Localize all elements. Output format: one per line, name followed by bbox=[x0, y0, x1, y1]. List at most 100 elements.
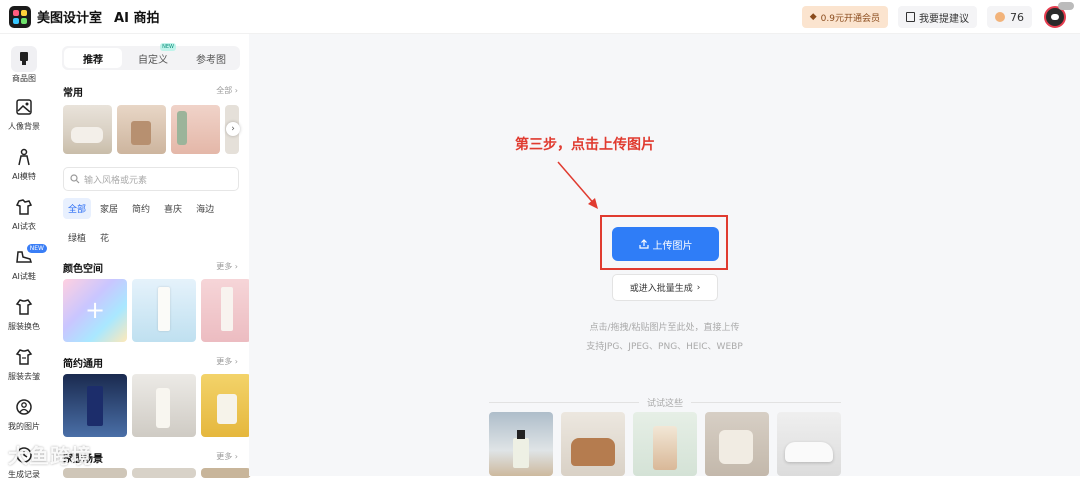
home-more-link[interactable]: 更多 › bbox=[216, 451, 238, 462]
nav-label: AI试衣 bbox=[12, 222, 36, 231]
chip-simple[interactable]: 简约 bbox=[127, 198, 155, 219]
home-thumbs bbox=[63, 468, 251, 478]
chip-plants[interactable]: 绿植 bbox=[63, 227, 91, 248]
nav-item-my-images[interactable]: 我的图片 bbox=[0, 398, 48, 432]
nav-label: 服装换色 bbox=[8, 322, 40, 331]
feedback-icon bbox=[906, 12, 915, 22]
batch-generate-button[interactable]: 或进入批量生成 › bbox=[612, 274, 718, 301]
nav-item-recolor[interactable]: 服装换色 bbox=[0, 298, 48, 332]
style-thumb[interactable] bbox=[201, 374, 251, 437]
chip-seaside[interactable]: 海边 bbox=[191, 198, 219, 219]
bean-icon bbox=[995, 12, 1005, 22]
nav-item-ai-shoe[interactable]: NEW AI试鞋 bbox=[0, 244, 48, 282]
custom-color-thumb[interactable]: + bbox=[63, 279, 127, 342]
left-nav: 商品图 人像背景 AI模特 AI试衣 NEW AI试鞋 服装换色 服装去皱 我的… bbox=[0, 34, 48, 479]
new-badge: NEW bbox=[160, 43, 176, 51]
logo-icon[interactable] bbox=[9, 5, 31, 28]
nav-label: 人像背景 bbox=[8, 122, 40, 131]
avatar-badge bbox=[1058, 2, 1074, 10]
diamond-icon: ◆ bbox=[809, 12, 817, 22]
sample-images bbox=[489, 412, 841, 476]
portrait-bg-icon bbox=[16, 99, 32, 115]
brand-name[interactable]: 美图设计室 bbox=[37, 7, 102, 26]
style-panel: 推荐 自定义 NEW 参考图 常用 全部 › › 输入风格或元素 全部 家居 简… bbox=[56, 34, 251, 478]
style-thumb[interactable] bbox=[63, 105, 112, 154]
nav-label: AI模特 bbox=[12, 172, 36, 181]
chip-all[interactable]: 全部 bbox=[63, 198, 92, 219]
nav-label: AI试鞋 bbox=[12, 272, 36, 281]
style-thumb[interactable] bbox=[132, 374, 196, 437]
section-title-simple: 简约通用 bbox=[63, 359, 103, 370]
sample-image-sneaker[interactable] bbox=[777, 412, 841, 476]
try-label: 试试这些 bbox=[647, 399, 684, 409]
thumbs-next-icon[interactable]: › bbox=[226, 122, 240, 136]
vip-button[interactable]: ◆ 0.9元开通会员 bbox=[801, 6, 888, 28]
nav-item-ai-tryon[interactable]: AI试衣 bbox=[0, 198, 48, 232]
style-thumb[interactable] bbox=[171, 105, 220, 154]
upload-area[interactable]: 第三步，点击上传图片 上传图片 或进入批量生成 › 点击/拖拽/粘贴图片至此处，… bbox=[249, 34, 1080, 476]
upload-icon bbox=[638, 239, 649, 249]
color-thumbs: + bbox=[63, 279, 251, 342]
shirt-icon bbox=[15, 299, 33, 315]
style-thumb[interactable] bbox=[132, 468, 196, 478]
section-title-color: 颜色空间 bbox=[63, 264, 103, 275]
upload-hint: 点击/拖拽/粘贴图片至此处，直接上传 bbox=[589, 323, 740, 333]
user-icon bbox=[16, 399, 32, 415]
suggest-label: 我要提建议 bbox=[919, 13, 969, 25]
common-thumbs bbox=[63, 105, 239, 154]
nav-label: 我的图片 bbox=[8, 422, 40, 431]
panel-tabs: 推荐 自定义 NEW 参考图 bbox=[62, 43, 240, 70]
vip-label: 0.9元开通会员 bbox=[820, 13, 880, 24]
chip-home[interactable]: 家居 bbox=[95, 198, 123, 219]
sample-image-chair[interactable] bbox=[705, 412, 769, 476]
annotation-text: 第三步，点击上传图片 bbox=[515, 137, 655, 153]
product-name: AI 商拍 bbox=[114, 11, 160, 26]
tryon-icon bbox=[15, 199, 33, 215]
style-thumb[interactable] bbox=[132, 279, 196, 342]
format-hint: 支持JPG、JPEG、PNG、HEIC、WEBP bbox=[586, 342, 743, 352]
model-icon bbox=[18, 148, 30, 166]
nav-label: 生成记录 bbox=[8, 470, 40, 479]
points-button[interactable]: 76 bbox=[987, 6, 1032, 28]
try-divider: 试试这些 bbox=[489, 396, 842, 409]
style-thumb[interactable] bbox=[117, 105, 166, 154]
product-icon bbox=[20, 52, 28, 65]
color-more-link[interactable]: 更多 › bbox=[216, 261, 238, 272]
chip-festive[interactable]: 喜庆 bbox=[159, 198, 187, 219]
style-search-input[interactable]: 输入风格或元素 bbox=[63, 167, 239, 191]
section-title-common: 常用 bbox=[63, 88, 83, 99]
watermark: 大鱼跨境 bbox=[8, 444, 92, 468]
sample-image-bag[interactable] bbox=[561, 412, 625, 476]
chevron-right-icon: › bbox=[696, 282, 701, 293]
common-all-link[interactable]: 全部 › bbox=[216, 85, 238, 96]
nav-item-dewrinkle[interactable]: 服装去皱 bbox=[0, 348, 48, 382]
search-placeholder: 输入风格或元素 bbox=[84, 175, 148, 186]
nav-item-portrait-bg[interactable]: 人像背景 bbox=[0, 98, 48, 132]
nav-label: 商品图 bbox=[12, 74, 36, 83]
style-thumb[interactable] bbox=[201, 279, 251, 342]
chip-row-1: 全部 家居 简约 喜庆 海边 bbox=[63, 198, 219, 219]
plus-icon: + bbox=[84, 296, 106, 324]
simple-thumbs bbox=[63, 374, 251, 437]
sample-image-perfume[interactable] bbox=[489, 412, 553, 476]
suggest-button[interactable]: 我要提建议 bbox=[898, 6, 977, 28]
points-count: 76 bbox=[1010, 10, 1024, 24]
search-icon bbox=[70, 174, 80, 184]
top-bar: 美图设计室 AI 商拍 ◆ 0.9元开通会员 我要提建议 76 bbox=[0, 0, 1080, 34]
tab-custom[interactable]: 自定义 NEW bbox=[124, 43, 182, 70]
upload-button[interactable]: 上传图片 bbox=[612, 227, 719, 261]
tab-reference[interactable]: 参考图 bbox=[182, 46, 240, 70]
new-badge: NEW bbox=[26, 244, 47, 253]
sample-image-drink[interactable] bbox=[633, 412, 697, 476]
tab-recommended[interactable]: 推荐 bbox=[64, 48, 122, 68]
style-thumb[interactable] bbox=[201, 468, 251, 478]
annotation-arrow-icon bbox=[557, 161, 598, 209]
style-thumb[interactable] bbox=[63, 468, 127, 478]
chip-flowers[interactable]: 花 bbox=[95, 227, 114, 248]
chip-row-2: 绿植 花 bbox=[63, 227, 114, 248]
nav-item-ai-model[interactable]: AI模特 bbox=[0, 148, 48, 182]
nav-item-product[interactable]: 商品图 bbox=[0, 46, 48, 84]
shirt-iron-icon bbox=[15, 349, 33, 365]
style-thumb[interactable] bbox=[63, 374, 127, 437]
simple-more-link[interactable]: 更多 › bbox=[216, 356, 238, 367]
